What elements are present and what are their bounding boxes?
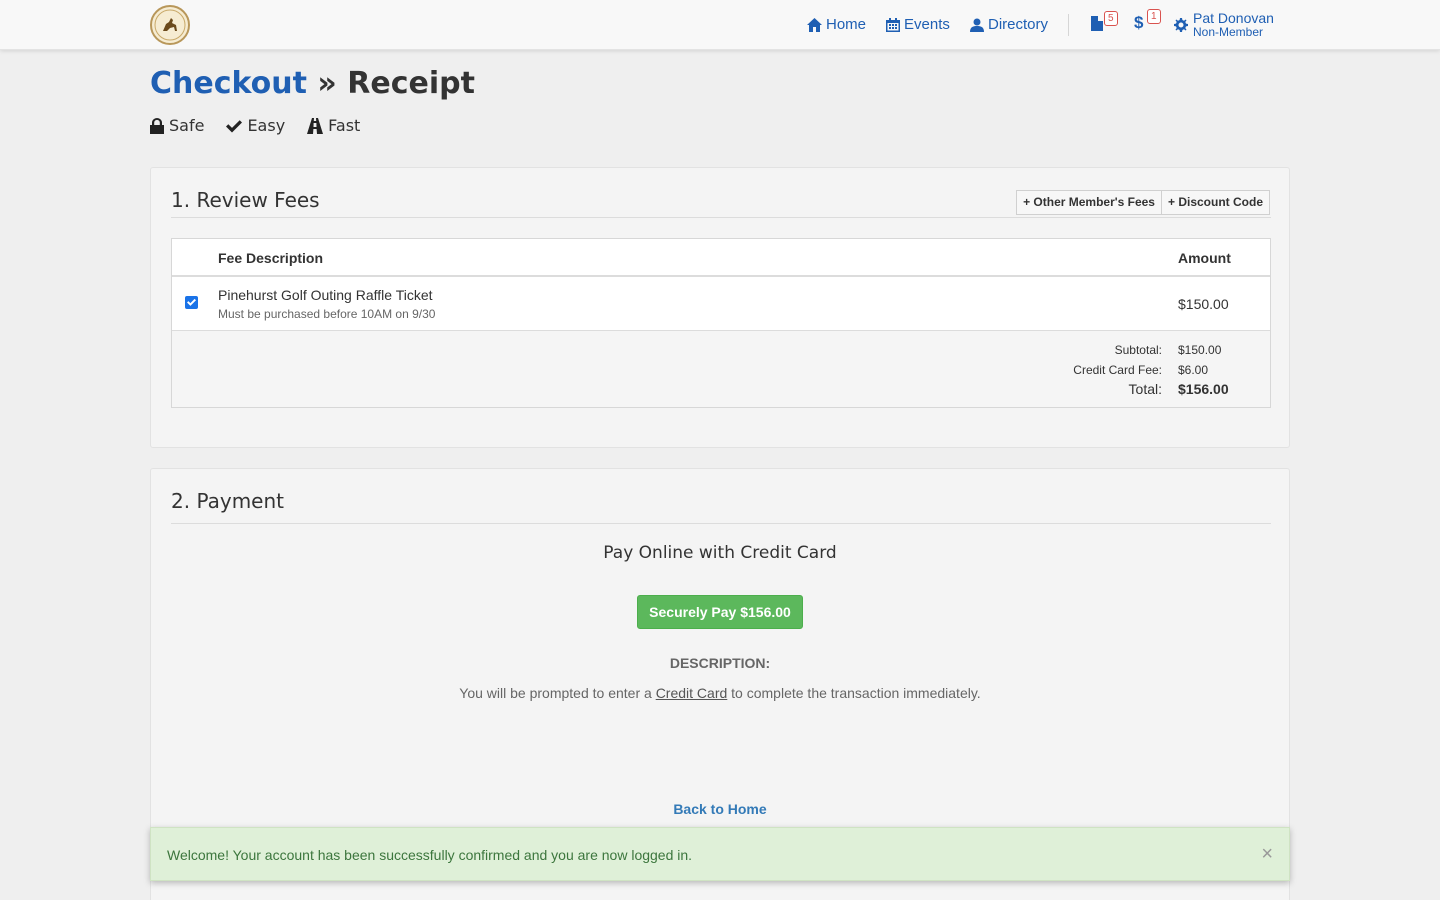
payment-heading: 2. Payment <box>171 489 284 513</box>
nav-documents-button[interactable]: 5 <box>1091 11 1118 36</box>
nav-events-label: Events <box>904 16 950 33</box>
user-name: Pat Donovan <box>1193 10 1274 26</box>
nav-home-link[interactable]: Home <box>807 16 866 33</box>
home-icon <box>807 17 822 32</box>
other-members-fees-button[interactable]: + Other Member's Fees <box>1016 190 1162 215</box>
discount-code-button[interactable]: + Discount Code <box>1161 190 1270 215</box>
fee-actions: + Other Member's Fees + Discount Code <box>1016 190 1270 215</box>
fee-amount: $150.00 <box>1178 296 1229 312</box>
organization-logo[interactable] <box>150 5 190 45</box>
total-value: $156.00 <box>1178 381 1229 397</box>
back-to-home-link[interactable]: Back to Home <box>151 801 1289 817</box>
heading-divider <box>171 217 1271 218</box>
page-title: Checkout » Receipt <box>150 66 475 101</box>
feature-easy-label: Easy <box>247 116 286 135</box>
breadcrumb-current: Receipt <box>347 66 475 101</box>
user-role: Non-Member <box>1193 25 1264 39</box>
description-prefix: You will be prompted to enter a <box>459 685 652 701</box>
nav-events-link[interactable]: Events <box>886 16 950 33</box>
fee-note: Must be purchased before 10AM on 9/30 <box>218 307 436 321</box>
header-separator <box>172 275 1270 277</box>
subtotal-value: $150.00 <box>1178 343 1222 357</box>
feature-list: Safe Easy Fast <box>150 116 360 135</box>
nav-directory-link[interactable]: Directory <box>970 16 1048 33</box>
nav-home-label: Home <box>826 16 867 33</box>
close-icon[interactable]: × <box>1261 844 1273 864</box>
lock-icon <box>150 117 164 134</box>
description-text: You will be prompted to enter a Credit C… <box>151 685 1289 701</box>
feature-safe-label: Safe <box>169 116 205 135</box>
totals-section: Subtotal: $150.00 Credit Card Fee: $6.00… <box>172 331 1270 407</box>
top-navbar: Home Events Directory 5 $ 1 Pat Donovan … <box>0 0 1440 50</box>
feature-fast-label: Fast <box>328 116 361 135</box>
column-header-description: Fee Description <box>218 250 324 266</box>
fees-table: Fee Description Amount Pinehurst Golf Ou… <box>171 238 1271 408</box>
alert-message: Welcome! Your account has been successfu… <box>167 847 693 863</box>
feature-fast: Fast <box>307 116 360 135</box>
fee-name: Pinehurst Golf Outing Raffle Ticket <box>218 287 433 303</box>
nav-divider <box>1068 14 1069 36</box>
fee-select-checkbox[interactable] <box>185 296 198 309</box>
checkmark-icon <box>187 298 196 306</box>
success-alert: Welcome! Your account has been successfu… <box>150 827 1290 881</box>
nav-directory-label: Directory <box>988 16 1049 33</box>
user-icon <box>970 18 984 32</box>
description-heading: DESCRIPTION: <box>669 655 771 671</box>
breadcrumb-separator: » <box>317 66 337 101</box>
credit-card-fee-value: $6.00 <box>1178 363 1209 377</box>
feature-easy: Easy <box>226 116 285 135</box>
gear-icon <box>1174 18 1188 32</box>
road-icon <box>307 117 324 134</box>
total-label: Total: <box>1128 381 1162 397</box>
dollar-icon: $ <box>1134 13 1144 32</box>
document-icon <box>1091 16 1103 31</box>
subtotal-label: Subtotal: <box>1114 343 1162 357</box>
nav-payments-button[interactable]: $ 1 <box>1134 9 1161 33</box>
horse-rider-icon <box>154 9 186 41</box>
checkmark-icon <box>226 119 243 132</box>
payments-count-badge: 1 <box>1147 9 1161 24</box>
credit-card-fee-label: Credit Card Fee: <box>1073 363 1162 377</box>
review-fees-panel: 1. Review Fees + Other Member's Fees + D… <box>150 167 1290 448</box>
securely-pay-button[interactable]: Securely Pay $156.00 <box>637 595 803 629</box>
documents-count-badge: 5 <box>1104 11 1118 26</box>
review-fees-heading: 1. Review Fees <box>171 188 320 212</box>
column-header-amount: Amount <box>1178 250 1231 266</box>
credit-card-link[interactable]: Credit Card <box>656 685 728 701</box>
heading-divider <box>171 523 1271 524</box>
description-suffix: to complete the transaction immediately. <box>731 685 981 701</box>
user-menu[interactable]: Pat Donovan Non-Member <box>1174 10 1274 39</box>
calendar-icon <box>886 17 900 32</box>
payment-method-title: Pay Online with Credit Card <box>603 543 837 563</box>
checkout-breadcrumb-link[interactable]: Checkout <box>150 66 307 101</box>
feature-safe: Safe <box>150 116 204 135</box>
